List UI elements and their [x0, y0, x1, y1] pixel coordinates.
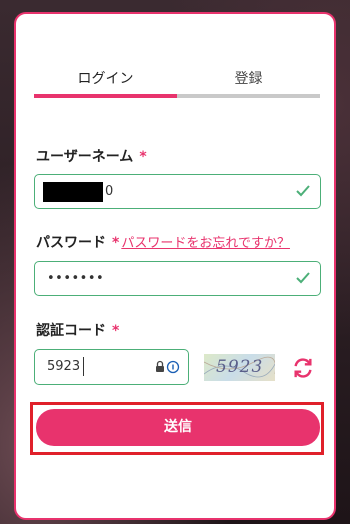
submit-button[interactable]: 送信	[36, 409, 320, 446]
refresh-icon[interactable]	[292, 357, 314, 379]
captcha-value: 5923	[47, 359, 81, 374]
captcha-label-text: 認証コード	[36, 323, 106, 339]
password-label-text: パスワード	[36, 235, 106, 251]
captcha-label: 認証コード *	[36, 320, 119, 340]
required-marker: *	[112, 323, 120, 339]
login-card: ログイン 登録 ユーザーネーム * 0 パスワード * パスワードをお忘れですか？ •…	[14, 12, 336, 520]
password-field[interactable]: •••••••	[34, 261, 321, 296]
active-tab-indicator	[34, 94, 177, 98]
password-manager-icon[interactable]	[154, 360, 180, 374]
captcha-input[interactable]: 5923	[34, 349, 189, 385]
username-field[interactable]: 0	[34, 174, 321, 209]
auth-tabs: ログイン 登録	[34, 68, 320, 98]
username-label: ユーザーネーム *	[36, 146, 147, 166]
required-marker: *	[112, 235, 120, 251]
check-icon	[296, 272, 310, 284]
captcha-text: 5923	[216, 357, 264, 377]
captcha-image[interactable]: 5923	[204, 354, 275, 381]
check-icon	[296, 185, 310, 197]
text-caret	[83, 357, 84, 376]
password-label: パスワード * パスワードをお忘れですか？	[36, 232, 290, 252]
inactive-tab-indicator	[177, 94, 320, 98]
password-value: •••••••	[47, 271, 105, 286]
forgot-password-link[interactable]: パスワードをお忘れですか？	[121, 236, 290, 251]
required-marker: *	[139, 149, 147, 165]
username-value: 0	[105, 184, 114, 199]
redacted-username	[43, 182, 103, 202]
username-label-text: ユーザーネーム	[36, 149, 134, 165]
